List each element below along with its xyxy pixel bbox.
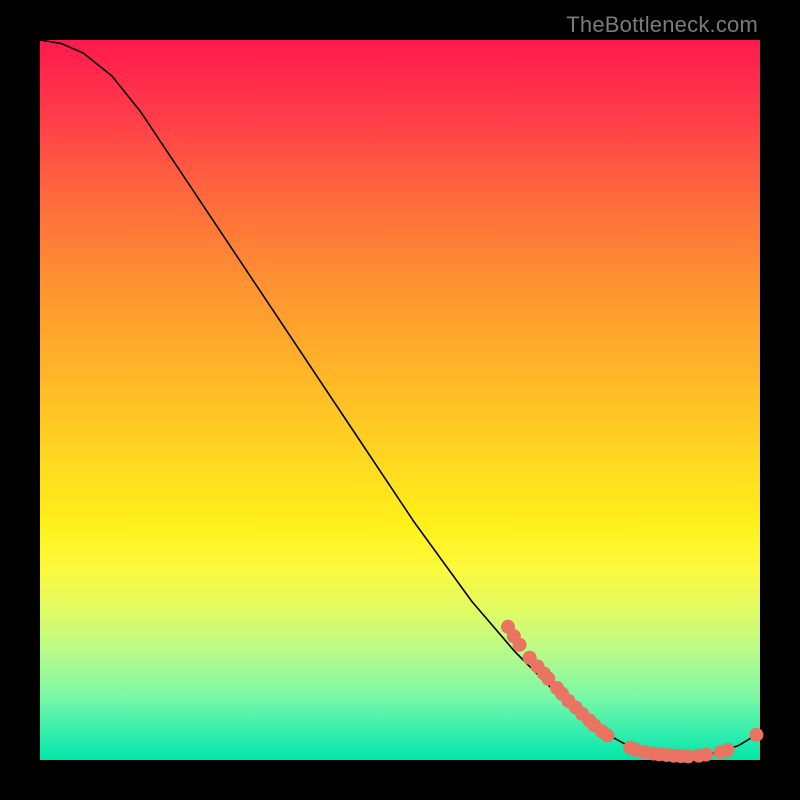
data-marker [513,638,527,652]
attribution-label: TheBottleneck.com [566,12,758,38]
bottleneck-curve [40,40,760,756]
data-marker [721,743,735,757]
chart-svg [40,40,760,760]
data-marker [600,729,614,743]
data-marker [699,748,713,762]
chart-frame: TheBottleneck.com [0,0,800,800]
data-markers [501,620,763,764]
data-marker [749,728,763,742]
